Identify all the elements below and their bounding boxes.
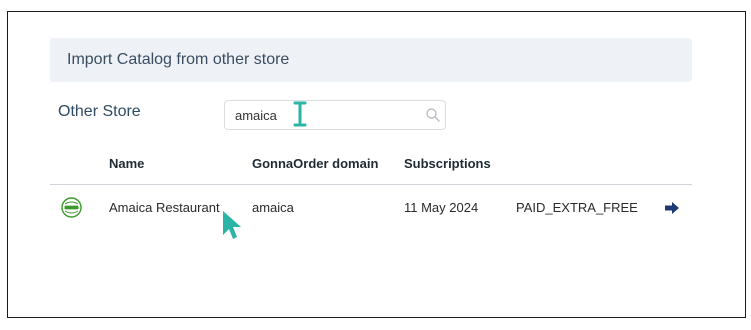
column-header-name: Name [109,156,145,171]
store-domain-cell: amaica [252,200,294,215]
other-store-label: Other Store [58,103,141,120]
page-title: Import Catalog from other store [67,51,290,68]
store-logo [61,197,82,218]
subscription-plan-cell: PAID_EXTRA_FREE [516,200,638,215]
table-divider [50,184,692,185]
search-icon[interactable] [425,107,441,123]
column-header-domain: GonnaOrder domain [252,156,379,171]
text-cursor-icon [293,101,307,127]
arrow-right-icon[interactable] [664,201,680,215]
store-search-input[interactable] [235,101,415,129]
import-catalog-header: Import Catalog from other store [50,38,692,82]
mouse-pointer-icon [223,211,241,239]
column-header-subscriptions: Subscriptions [404,156,491,171]
store-name-cell[interactable]: Amaica Restaurant [109,200,220,215]
table-row[interactable]: Amaica Restaurant amaica 11 May 2024 PAI… [50,190,692,226]
subscription-date-cell: 11 May 2024 [404,200,479,215]
store-search-box[interactable] [224,100,446,130]
